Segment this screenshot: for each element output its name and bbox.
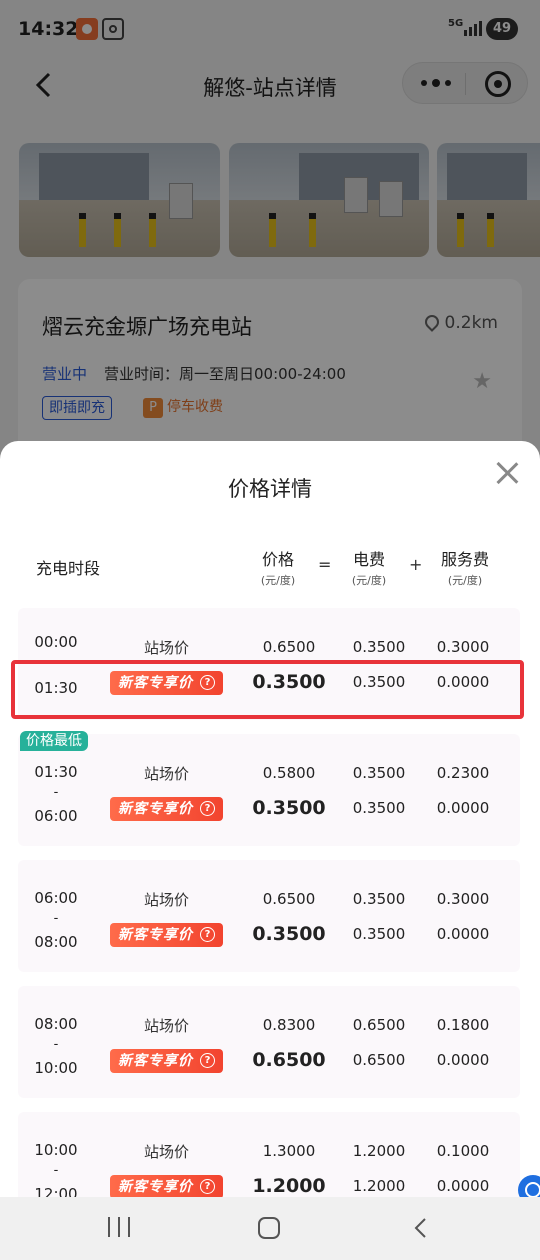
price-row: 08:00 - 10:00 站场价 0.8300 0.6500 0.1800 新客专享价? 0.…	[18, 986, 520, 1098]
station-price-label: 站场价	[144, 639, 190, 657]
station-electricity-fee: 1.2000	[352, 1142, 406, 1160]
station-service-fee: 0.3000	[436, 890, 490, 908]
new-customer-badge-label: 新客专享价	[118, 927, 193, 943]
new-customer-service-fee: 0.0000	[436, 1177, 490, 1195]
station-price: 1.3000	[262, 1142, 316, 1160]
new-customer-price: 0.3500	[252, 923, 326, 945]
help-icon[interactable]: ?	[200, 1053, 215, 1068]
new-customer-badge-label: 新客专享价	[118, 1053, 193, 1069]
home-icon[interactable]	[258, 1217, 280, 1239]
new-customer-electricity-fee: 0.6500	[352, 1051, 406, 1069]
period-start: 10:00	[34, 1141, 78, 1159]
period-end: 10:00	[34, 1059, 78, 1077]
help-icon[interactable]: ?	[200, 801, 215, 816]
station-price-label: 站场价	[144, 1143, 190, 1161]
period-separator: -	[53, 1163, 59, 1178]
station-price: 0.5800	[262, 764, 316, 782]
header-service: 服务费 (元/度)	[440, 550, 489, 587]
new-customer-badge[interactable]: 新客专享价?	[110, 797, 223, 821]
plus-sign: +	[409, 555, 423, 574]
lowest-price-tag: 价格最低	[20, 731, 88, 751]
period-end: 06:00	[34, 807, 78, 825]
header-electricity: 电费 (元/度)	[351, 550, 387, 587]
price-row: 10:00-12:00 站场价 1.3000 1.2000 0.1000 新客专享价? 1.…	[18, 1112, 520, 1201]
station-price-label: 站场价	[144, 765, 190, 783]
price-row: 01:30 - 06:00 站场价 0.5800 0.3500 0.2300 新客专享价? 0.…	[18, 734, 520, 846]
period-start: 01:30	[34, 763, 78, 781]
header-period: 充电时段	[36, 559, 101, 578]
new-customer-badge-label: 新客专享价	[118, 1179, 193, 1195]
period-separator: -	[53, 1037, 59, 1052]
recents-icon[interactable]	[108, 1217, 130, 1239]
close-icon[interactable]	[494, 460, 520, 486]
price-row: 06:00 - 08:00 站场价 0.6500 0.3500 0.3000 新客专享价? 0.…	[18, 860, 520, 972]
new-customer-electricity-fee: 0.3500	[352, 799, 406, 817]
new-customer-electricity-fee: 1.2000	[352, 1177, 406, 1195]
station-electricity-fee: 0.3500	[352, 890, 406, 908]
new-customer-price: 0.6500	[252, 1049, 326, 1071]
period-separator: -	[53, 785, 59, 800]
new-customer-service-fee: 0.0000	[436, 799, 490, 817]
new-customer-service-fee: 0.0000	[436, 1051, 490, 1069]
help-icon[interactable]: ?	[200, 927, 215, 942]
sheet-title: 价格详情	[228, 477, 312, 501]
new-customer-service-fee: 0.0000	[436, 925, 490, 943]
period-separator: -	[53, 911, 59, 926]
station-service-fee: 0.1800	[436, 1016, 490, 1034]
period-end: 08:00	[34, 933, 78, 951]
price-detail-sheet: 价格详情 充电时段 价格 (元/度) = 电费 (元/度) + 服务费 (元/度) 0…	[0, 441, 540, 1201]
nav-back-icon[interactable]	[410, 1217, 432, 1239]
new-customer-badge[interactable]: 新客专享价?	[110, 1175, 223, 1199]
help-icon[interactable]: ?	[200, 1179, 215, 1194]
equals-sign: =	[318, 555, 332, 574]
station-electricity-fee: 0.3500	[352, 638, 406, 656]
new-customer-electricity-fee: 0.3500	[352, 925, 406, 943]
station-service-fee: 0.2300	[436, 764, 490, 782]
new-customer-price: 0.3500	[252, 797, 326, 819]
station-price: 0.8300	[262, 1016, 316, 1034]
station-price: 0.6500	[262, 890, 316, 908]
period-start: 08:00	[34, 1015, 78, 1033]
station-electricity-fee: 0.6500	[352, 1016, 406, 1034]
period-start: 06:00	[34, 889, 78, 907]
station-price-label: 站场价	[144, 891, 190, 909]
new-customer-price: 1.2000	[252, 1175, 326, 1197]
station-price: 0.6500	[262, 638, 316, 656]
new-customer-badge[interactable]: 新客专享价?	[110, 1049, 223, 1073]
station-service-fee: 0.3000	[436, 638, 490, 656]
new-customer-badge[interactable]: 新客专享价?	[110, 923, 223, 947]
period-start: 00:00	[34, 633, 78, 651]
station-electricity-fee: 0.3500	[352, 764, 406, 782]
system-nav-bar	[0, 1197, 540, 1260]
station-price-label: 站场价	[144, 1017, 190, 1035]
header-price: 价格 (元/度)	[260, 550, 296, 587]
station-service-fee: 0.1000	[436, 1142, 490, 1160]
new-customer-badge-label: 新客专享价	[118, 801, 193, 817]
highlight-box	[11, 660, 524, 719]
